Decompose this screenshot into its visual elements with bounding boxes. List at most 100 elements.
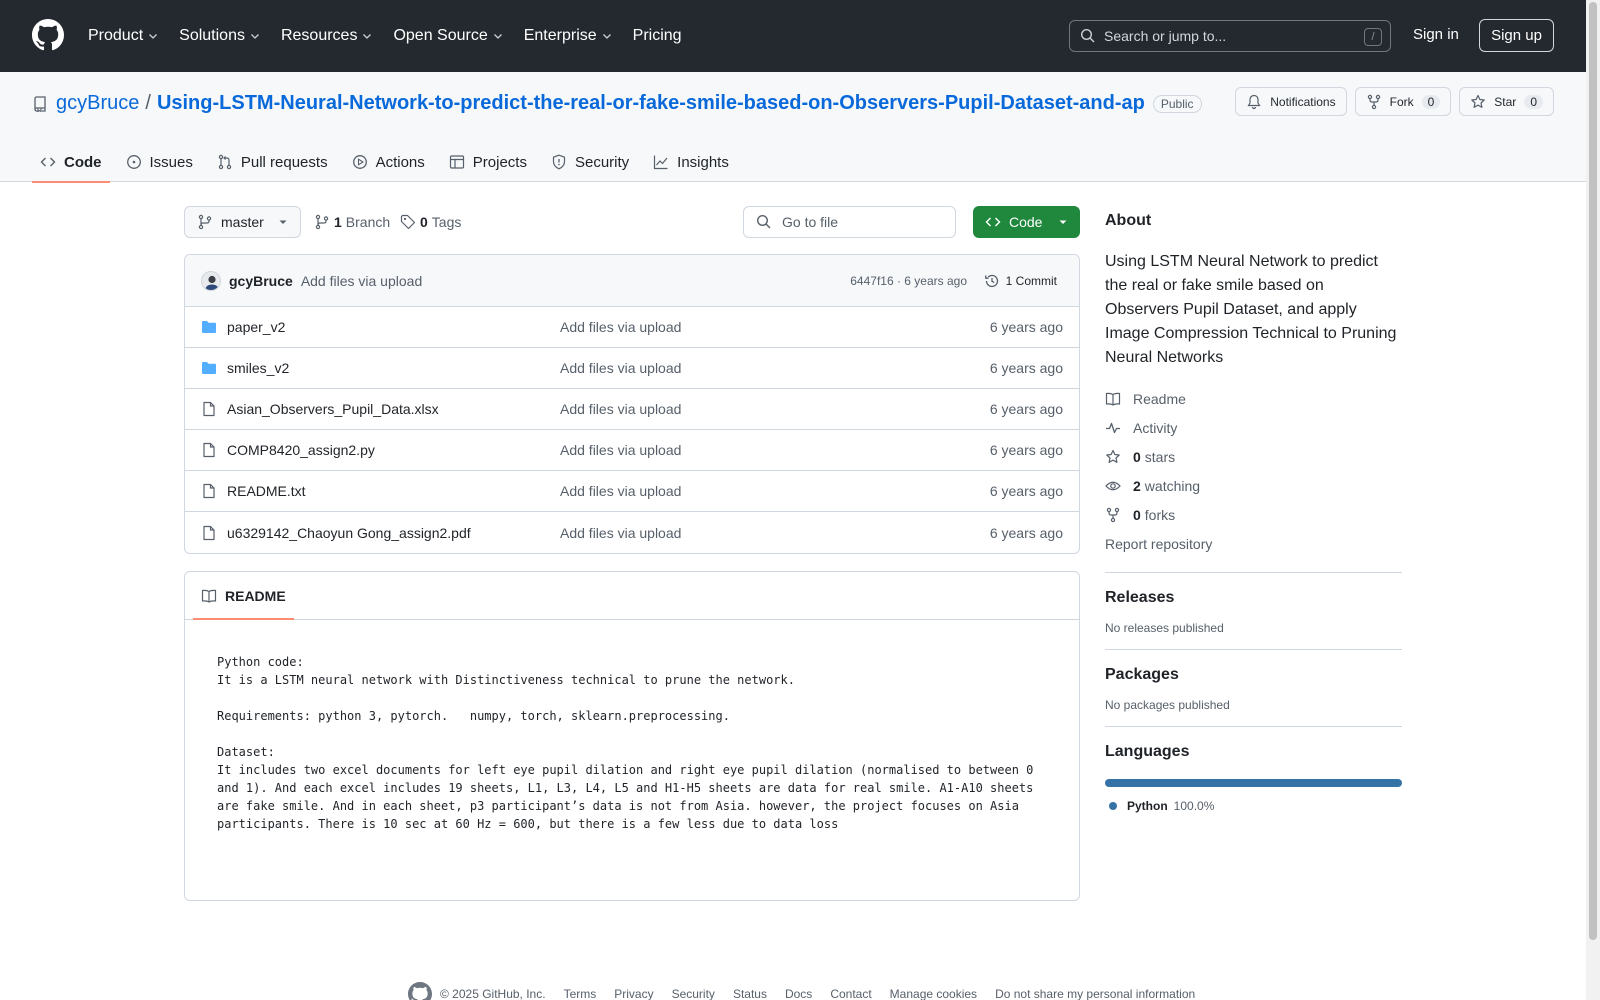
tab-issues[interactable]: Issues bbox=[118, 142, 201, 182]
activity-link-label: Activity bbox=[1133, 419, 1178, 436]
page-scrollbar[interactable] bbox=[1586, 0, 1600, 1000]
tab-pull-requests[interactable]: Pull requests bbox=[209, 142, 336, 182]
nav-product[interactable]: Product bbox=[88, 27, 159, 45]
search-input[interactable]: Search or jump to... / bbox=[1069, 20, 1391, 52]
file-name[interactable]: README.txt bbox=[227, 483, 306, 499]
table-row[interactable]: smiles_v2 Add files via upload 6 years a… bbox=[185, 348, 1079, 389]
code-dropdown-button[interactable]: Code bbox=[973, 206, 1080, 238]
commit-hash-time[interactable]: 6447f16 · 6 years ago bbox=[850, 274, 967, 288]
releases-heading[interactable]: Releases bbox=[1105, 589, 1402, 607]
readme-link[interactable]: Readme bbox=[1105, 384, 1402, 413]
scrollbar-thumb[interactable] bbox=[1589, 2, 1597, 940]
go-to-file-input[interactable]: Go to file bbox=[743, 206, 956, 238]
chevron-down-icon bbox=[493, 34, 502, 39]
file-age: 6 years ago bbox=[989, 360, 1063, 376]
footer-link-security[interactable]: Security bbox=[672, 987, 715, 1000]
nav-label: Product bbox=[88, 27, 144, 44]
file-commit-message[interactable]: Add files via upload bbox=[560, 360, 681, 376]
forks-count: 0 bbox=[1133, 506, 1141, 523]
nav-enterprise[interactable]: Enterprise bbox=[524, 27, 613, 45]
footer-link-privacy[interactable]: Privacy bbox=[614, 987, 653, 1000]
watchers-link[interactable]: 2 watching bbox=[1105, 471, 1402, 500]
sidebar-divider bbox=[1105, 649, 1402, 650]
tags-link[interactable]: 0 Tags bbox=[400, 214, 461, 230]
nav-pricing[interactable]: Pricing bbox=[633, 27, 682, 45]
footer-link-manage-cookies[interactable]: Manage cookies bbox=[890, 987, 977, 1000]
file-commit-message[interactable]: Add files via upload bbox=[560, 483, 681, 499]
search-icon bbox=[1080, 28, 1095, 43]
avatar[interactable] bbox=[201, 270, 221, 291]
footer-link-do-not-share[interactable]: Do not share my personal information bbox=[995, 987, 1195, 1000]
nav-open-source[interactable]: Open Source bbox=[393, 27, 503, 45]
chevron-down-icon bbox=[251, 34, 259, 39]
tag-label: Tags bbox=[431, 214, 462, 230]
tab-projects[interactable]: Projects bbox=[441, 142, 535, 182]
language-item-python[interactable]: Python 100.0% bbox=[1105, 799, 1402, 813]
footer-link-terms[interactable]: Terms bbox=[564, 987, 597, 1000]
code-icon bbox=[985, 217, 1001, 227]
notifications-button[interactable]: Notifications bbox=[1235, 87, 1347, 116]
footer-link-status[interactable]: Status bbox=[733, 987, 767, 1000]
repo-sidebar: About Using LSTM Neural Network to predi… bbox=[1105, 206, 1402, 813]
table-row[interactable]: u6329142_Chaoyun Gong_assign2.pdf Add fi… bbox=[185, 512, 1079, 553]
github-logo-icon[interactable] bbox=[32, 19, 64, 51]
repo-name-link[interactable]: Using-LSTM-Neural-Network-to-predict-the… bbox=[157, 92, 1145, 115]
file-age: 6 years ago bbox=[989, 524, 1063, 541]
file-age: 6 years ago bbox=[989, 483, 1063, 499]
branch-selector[interactable]: master bbox=[184, 206, 301, 238]
branches-link[interactable]: 1 Branch bbox=[314, 214, 390, 230]
file-commit-message[interactable]: Add files via upload bbox=[560, 319, 681, 335]
about-links: Readme Activity 0 stars 2 watching 0 for… bbox=[1105, 384, 1402, 558]
file-commit-message[interactable]: Add files via upload bbox=[560, 401, 681, 417]
report-repository-link[interactable]: Report repository bbox=[1105, 529, 1402, 558]
file-age: 6 years ago bbox=[989, 442, 1063, 458]
forks-link[interactable]: 0 forks bbox=[1105, 500, 1402, 529]
eye-icon bbox=[1105, 481, 1121, 490]
language-percent: 100.0% bbox=[1173, 799, 1215, 813]
star-icon bbox=[1106, 449, 1120, 463]
chevron-down-icon bbox=[363, 34, 372, 39]
nav-label: Pricing bbox=[632, 27, 682, 44]
play-icon bbox=[352, 155, 367, 169]
stars-link[interactable]: 0 stars bbox=[1105, 442, 1402, 471]
tab-security[interactable]: Security bbox=[543, 142, 637, 182]
nav-resources[interactable]: Resources bbox=[281, 27, 373, 45]
folder-icon bbox=[202, 321, 216, 333]
file-name[interactable]: Asian_Observers_Pupil_Data.xlsx bbox=[227, 401, 439, 417]
chevron-down-icon bbox=[602, 34, 611, 39]
activity-link[interactable]: Activity bbox=[1105, 413, 1402, 442]
fork-button[interactable]: Fork 0 bbox=[1354, 87, 1452, 116]
readme-tab[interactable]: README bbox=[185, 572, 1079, 620]
sign-in-link[interactable]: Sign in bbox=[1413, 26, 1459, 43]
sidebar-divider bbox=[1105, 726, 1402, 727]
footer-link-contact[interactable]: Contact bbox=[830, 987, 871, 1000]
star-button[interactable]: Star 0 bbox=[1459, 87, 1554, 116]
file-commit-message[interactable]: Add files via upload bbox=[560, 525, 681, 541]
table-row[interactable]: Asian_Observers_Pupil_Data.xlsx Add file… bbox=[185, 389, 1079, 430]
sign-up-button[interactable]: Sign up bbox=[1479, 19, 1554, 52]
book-icon bbox=[1105, 392, 1121, 406]
github-mark-icon[interactable] bbox=[408, 982, 432, 1000]
file-name[interactable]: COMP8420_assign2.py bbox=[227, 442, 375, 458]
file-name[interactable]: smiles_v2 bbox=[227, 360, 289, 376]
repo-owner-link[interactable]: gcyBruce bbox=[56, 92, 139, 115]
go-to-file-placeholder: Go to file bbox=[782, 214, 839, 230]
commits-link[interactable]: 1 Commit bbox=[984, 273, 1057, 289]
table-row[interactable]: paper_v2 Add files via upload 6 years ag… bbox=[185, 307, 1079, 348]
tab-actions[interactable]: Actions bbox=[344, 142, 433, 182]
tab-code[interactable]: Code bbox=[32, 142, 110, 183]
fork-label: Fork bbox=[1389, 94, 1414, 109]
file-name[interactable]: u6329142_Chaoyun Gong_assign2.pdf bbox=[227, 525, 471, 541]
footer-link-docs[interactable]: Docs bbox=[785, 987, 812, 1000]
commit-author-link[interactable]: gcyBruce bbox=[229, 273, 293, 289]
commit-message-link[interactable]: Add files via upload bbox=[301, 273, 422, 289]
tab-label: Insights bbox=[677, 153, 729, 171]
nav-solutions[interactable]: Solutions bbox=[179, 27, 261, 45]
table-row[interactable]: README.txt Add files via upload 6 years … bbox=[185, 471, 1079, 512]
file-commit-message[interactable]: Add files via upload bbox=[560, 442, 681, 458]
table-row[interactable]: COMP8420_assign2.py Add files via upload… bbox=[185, 430, 1079, 471]
packages-heading[interactable]: Packages bbox=[1105, 666, 1402, 684]
file-name[interactable]: paper_v2 bbox=[227, 319, 285, 335]
tab-insights[interactable]: Insights bbox=[645, 142, 737, 182]
releases-empty-text: No releases published bbox=[1105, 621, 1224, 635]
